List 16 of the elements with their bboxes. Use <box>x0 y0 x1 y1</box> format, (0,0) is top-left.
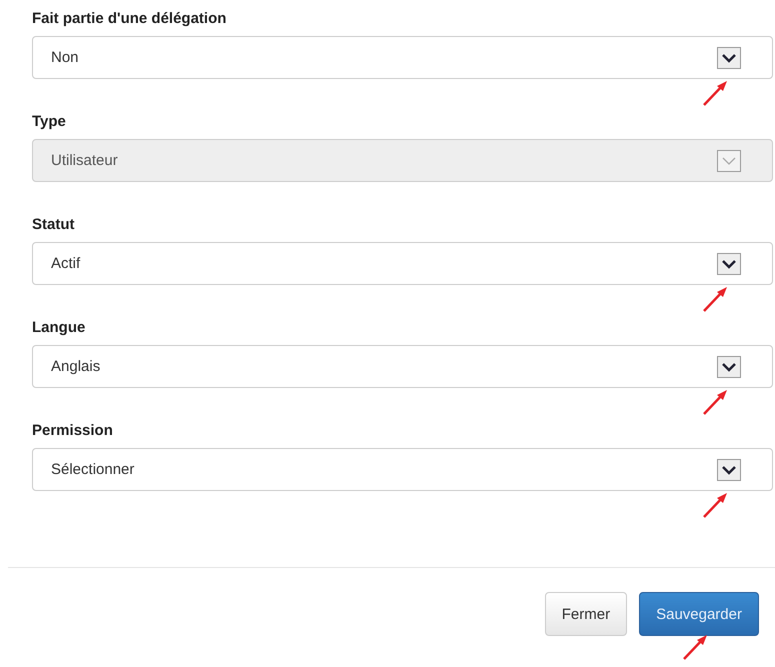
dropdown[interactable]: Non <box>32 36 773 79</box>
caret-icon <box>717 46 741 68</box>
caret-icon <box>717 356 741 378</box>
close-button[interactable]: Fermer <box>544 592 628 636</box>
dropdown[interactable]: Actif <box>32 242 773 285</box>
caret-icon <box>717 252 741 274</box>
dropdown[interactable]: Sélectionner <box>32 448 773 491</box>
save-button[interactable]: Sauvegarder <box>639 592 759 636</box>
field-label: Fait partie d'une délégation <box>32 10 228 27</box>
field-label: Type <box>32 113 67 130</box>
dropdown[interactable]: Anglais <box>32 345 773 388</box>
caret-icon <box>717 458 741 480</box>
caret-icon <box>717 150 741 172</box>
field-label: Langue <box>32 319 86 336</box>
field-label: Statut <box>32 216 76 233</box>
field-label: Permission <box>32 422 114 439</box>
